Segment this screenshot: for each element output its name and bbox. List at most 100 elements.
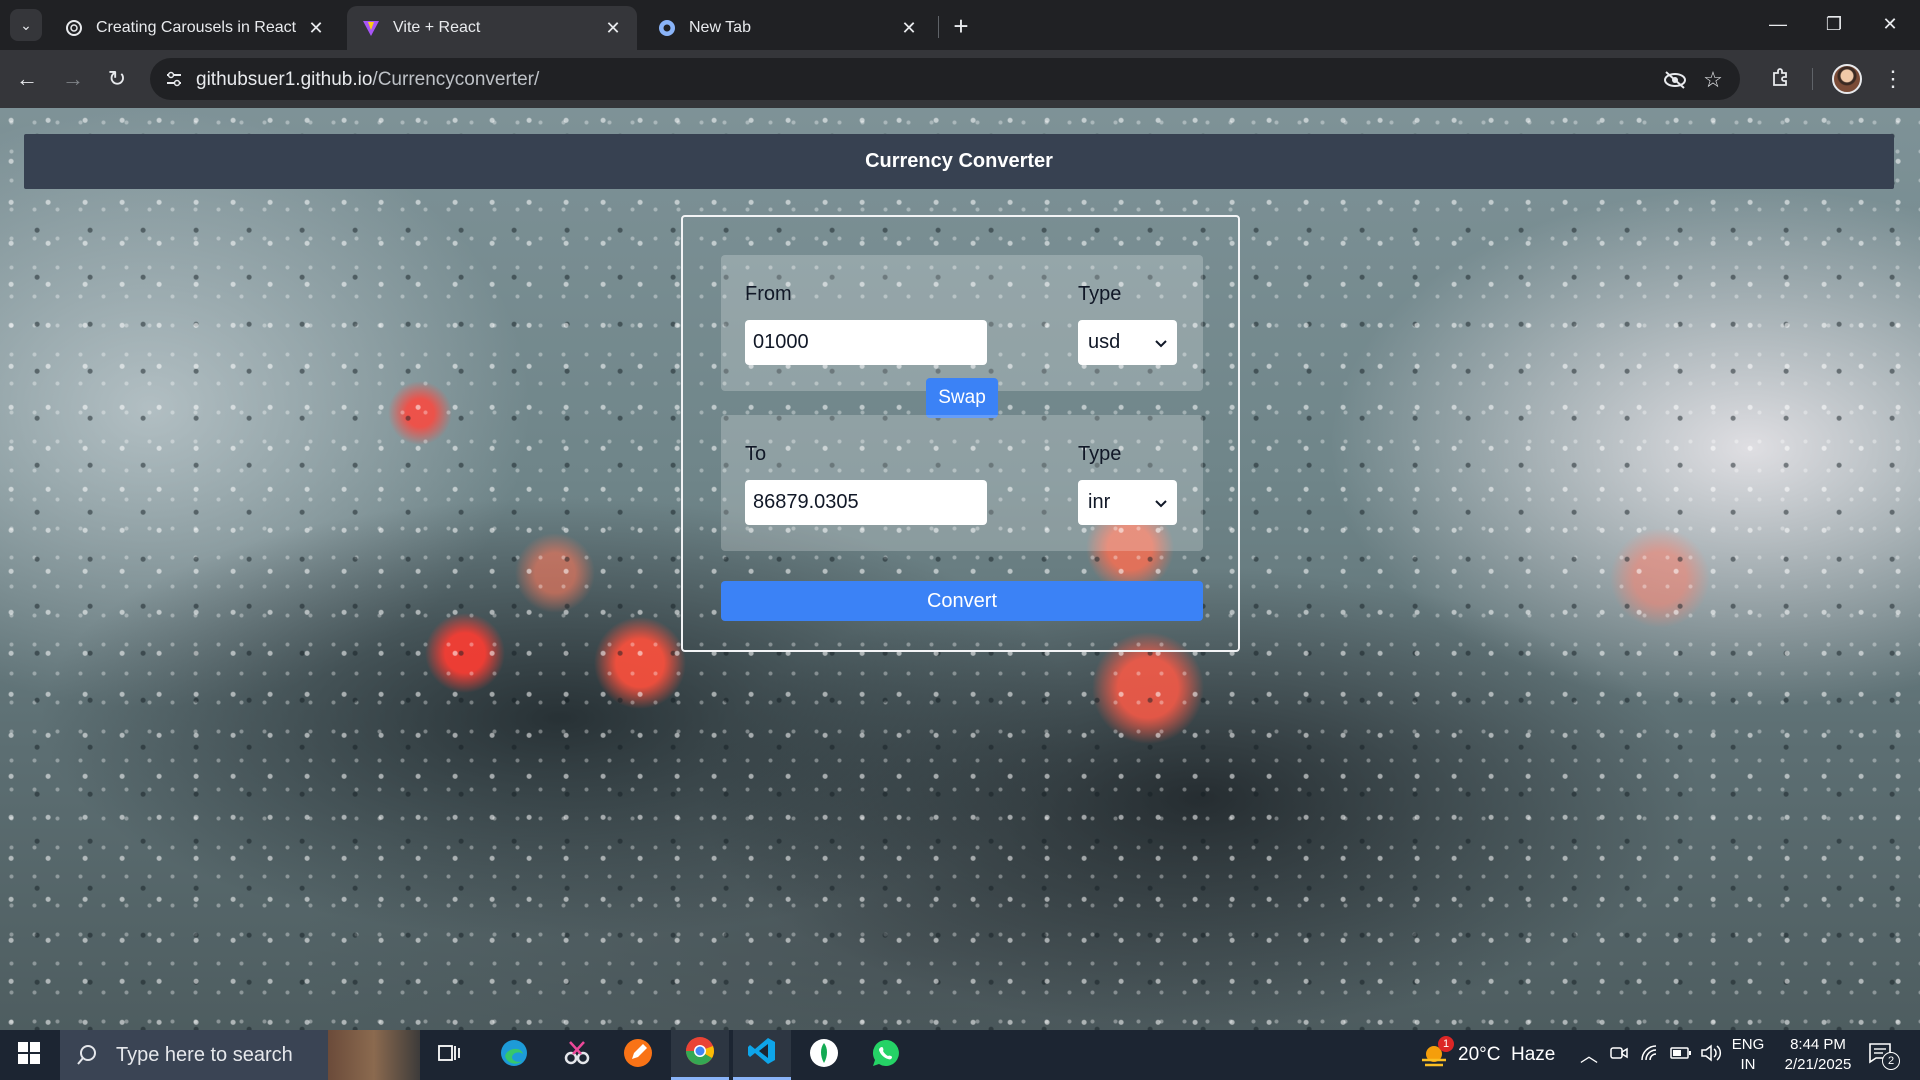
browser-toolbar: ← → ↻ githubsuer1.github.io/Currencyconv… (0, 50, 1920, 108)
menu-button[interactable]: ⋮ (1876, 62, 1910, 96)
weather-text: 20°C Haze (1458, 1044, 1556, 1065)
tab-separator (938, 16, 939, 38)
tab-new-tab[interactable]: New Tab ✕ (643, 6, 933, 50)
url-text[interactable]: githubsuer1.github.io/Currencyconverter/ (196, 69, 539, 91)
reload-icon: ↻ (107, 66, 127, 91)
from-label: From (745, 283, 792, 305)
search-highlight-image (328, 1030, 420, 1080)
chrome-newtab-icon (657, 18, 677, 38)
close-icon[interactable]: ✕ (603, 18, 623, 38)
weather-badge: 1 (1438, 1036, 1454, 1052)
page-viewport: Currency Converter From Type 01000 usd S… (0, 108, 1920, 1030)
clock[interactable]: 8:44 PM 2/21/2025 (1768, 1035, 1868, 1075)
arrow-right-icon: → (62, 66, 84, 91)
kebab-menu-icon: ⋮ (1882, 66, 1904, 91)
openai-icon (64, 18, 84, 38)
from-currency-value: usd (1088, 331, 1121, 353)
snipping-tool-icon (562, 1038, 592, 1073)
minimize-button[interactable]: — (1750, 0, 1806, 48)
taskbar: Type here to search 1 20°C Haze ︿ ENG IN… (0, 1030, 1920, 1080)
tab-creating-carousels[interactable]: Creating Carousels in React ✕ (50, 6, 340, 50)
region-code: IN (1740, 1056, 1756, 1073)
from-amount-input[interactable]: 01000 (745, 320, 987, 365)
taskbar-search[interactable]: Type here to search (60, 1030, 420, 1080)
close-icon: ✕ (1882, 13, 1898, 34)
from-currency-select[interactable]: usd (1078, 320, 1177, 365)
back-button[interactable]: ← (10, 62, 44, 96)
toolbar-divider (1812, 68, 1813, 90)
app-header: Currency Converter (24, 134, 1894, 189)
tab-title: New Tab (689, 19, 751, 36)
battery-icon[interactable] (1670, 1046, 1692, 1065)
from-type-label: Type (1078, 283, 1122, 305)
search-placeholder: Type here to search (116, 1043, 293, 1066)
extensions-button[interactable] (1764, 62, 1798, 96)
search-icon (76, 1044, 98, 1066)
task-view-icon (438, 1043, 460, 1068)
chrome-icon (685, 1036, 715, 1071)
restore-icon: ❐ (1825, 13, 1843, 34)
volume-icon[interactable] (1700, 1044, 1722, 1067)
clock-time: 8:44 PM (1790, 1036, 1846, 1053)
close-icon[interactable]: ✕ (306, 18, 326, 38)
chevron-down-icon: ⌄ (20, 16, 32, 33)
chevron-up-icon[interactable]: ︿ (1580, 1042, 1598, 1068)
new-tab-button[interactable]: + (945, 10, 977, 42)
close-icon[interactable]: ✕ (899, 18, 919, 38)
vscode-icon (747, 1036, 777, 1071)
language-indicator[interactable]: ENG IN (1728, 1035, 1768, 1075)
url-domain: githubsuer1.github.io (196, 69, 373, 90)
close-window-button[interactable]: ✕ (1862, 0, 1918, 48)
start-button[interactable] (0, 1030, 58, 1080)
forward-button[interactable]: → (56, 62, 90, 96)
taskbar-whatsapp[interactable] (857, 1030, 915, 1080)
taskbar-mongodb[interactable] (795, 1030, 853, 1080)
to-amount-input[interactable]: 86879.0305 (745, 480, 987, 525)
notifications-button[interactable]: 2 (1868, 1040, 1908, 1070)
whatsapp-icon (871, 1038, 901, 1073)
url-path: /Currencyconverter/ (372, 69, 540, 90)
pencil-app-icon (623, 1038, 653, 1073)
star-icon[interactable]: ☆ (1700, 67, 1726, 93)
tab-title: Creating Carousels in React (96, 19, 297, 36)
wifi-icon[interactable] (1640, 1044, 1660, 1067)
edge-icon (499, 1038, 529, 1073)
chevron-down-icon (1155, 331, 1167, 354)
meet-now-icon[interactable] (1610, 1044, 1628, 1067)
converter-card: From Type 01000 usd Swap To Type 86879.0… (681, 215, 1240, 652)
clock-date: 2/21/2025 (1784, 1056, 1852, 1073)
weather-haze-icon: 1 (1420, 1036, 1454, 1068)
from-section: From Type 01000 usd (721, 255, 1203, 391)
taskbar-edge[interactable] (485, 1030, 543, 1080)
to-currency-select[interactable]: inr (1078, 480, 1177, 525)
taskbar-snipping-tool[interactable] (548, 1030, 606, 1080)
site-info-icon[interactable] (162, 67, 186, 91)
tab-vite-react[interactable]: Vite + React ✕ (347, 6, 637, 50)
weather-widget[interactable]: 1 20°C Haze (1420, 1036, 1556, 1068)
reload-button[interactable]: ↻ (100, 62, 134, 96)
mongodb-compass-icon (809, 1038, 839, 1073)
taskbar-chrome[interactable] (671, 1030, 729, 1080)
tab-strip: ⌄ Creating Carousels in React ✕ Vite + R… (0, 0, 1920, 50)
language-code: ENG (1731, 1036, 1765, 1053)
eye-off-icon[interactable] (1662, 67, 1688, 93)
windows-icon (18, 1041, 40, 1069)
puzzle-icon (1771, 67, 1791, 92)
to-type-label: Type (1078, 443, 1122, 465)
plus-icon: + (953, 10, 969, 41)
taskbar-vscode[interactable] (733, 1030, 791, 1080)
arrow-left-icon: ← (16, 66, 38, 91)
tab-title: Vite + React (393, 19, 481, 36)
swap-button[interactable]: Swap (926, 378, 998, 418)
tab-search-button[interactable]: ⌄ (10, 9, 42, 41)
page-title: Currency Converter (865, 150, 1053, 172)
taskbar-sketch-app[interactable] (609, 1030, 667, 1080)
convert-button[interactable]: Convert (721, 581, 1203, 621)
restore-button[interactable]: ❐ (1806, 0, 1862, 48)
minimize-icon: — (1769, 13, 1787, 34)
to-label: To (745, 443, 767, 465)
avatar[interactable] (1832, 64, 1862, 94)
task-view-button[interactable] (420, 1030, 478, 1080)
notification-count-badge: 2 (1882, 1052, 1900, 1070)
address-bar[interactable]: githubsuer1.github.io/Currencyconverter/… (150, 58, 1740, 100)
